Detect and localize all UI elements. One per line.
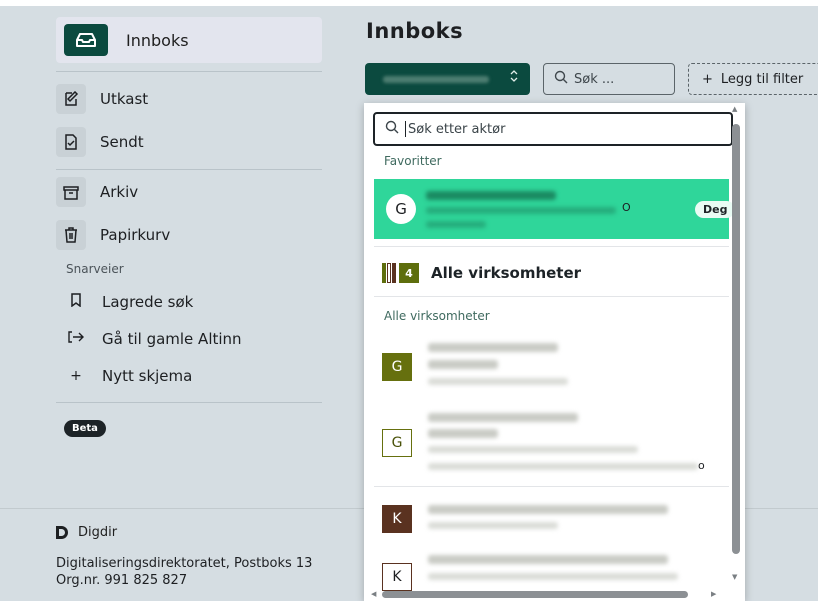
footer-brand: Digdir [78, 525, 118, 540]
chevron-updown-icon [510, 70, 518, 85]
saved-searches-link[interactable]: Lagrede søk [66, 293, 193, 311]
redacted-details [426, 207, 616, 214]
avatar: G [382, 353, 412, 381]
sidebar-item-sendt[interactable]: Sendt [56, 127, 144, 157]
bookmark-icon [66, 293, 86, 311]
redacted-details [428, 522, 558, 529]
sent-icon [56, 127, 86, 157]
page-bottom-strip [0, 601, 818, 607]
redacted-name [428, 555, 668, 564]
businesses-heading: Alle virksomheter [384, 309, 490, 323]
digdir-logo: Digdir [56, 525, 117, 540]
avatar: K [382, 505, 412, 533]
actor-select-button[interactable] [365, 63, 530, 95]
scroll-left-arrow-icon[interactable]: ◀ [371, 590, 376, 598]
beta-badge: Beta [64, 420, 106, 437]
digdir-logo-icon [56, 526, 68, 539]
redacted-name [428, 360, 498, 369]
stacked-avatars-icon: 4 [382, 263, 419, 283]
page-title: Innboks [366, 19, 464, 43]
sidebar-item-utkast[interactable]: Utkast [56, 84, 148, 114]
avatar: G [382, 429, 412, 457]
redacted-name [428, 505, 668, 514]
sidebar-item-label: Utkast [100, 90, 149, 108]
scroll-right-arrow-icon[interactable]: ▶ [711, 590, 716, 598]
plus-icon: + [702, 71, 713, 87]
sidebar-item-label: Sendt [100, 133, 144, 151]
search-button[interactable]: Søk ... [543, 63, 675, 95]
redacted-details [428, 446, 638, 453]
avatar: K [382, 563, 412, 591]
actor-search-placeholder: Søk etter aktør [408, 121, 506, 137]
sidebar-item-arkiv[interactable]: Arkiv [56, 177, 138, 207]
row-suffix: o [698, 459, 705, 472]
favorite-actor-row[interactable]: G O Deg [374, 179, 736, 239]
you-badge: Deg [695, 201, 736, 218]
row-suffix: O [622, 201, 631, 214]
redacted-details [428, 463, 698, 470]
all-businesses-label: Alle virksomheter [431, 264, 582, 282]
sidebar-item-label: Papirkurv [100, 226, 171, 244]
app-window: Innboks Utkast Sendt Arkiv Papirkurv Sna… [0, 6, 818, 601]
dropdown-divider [374, 246, 729, 247]
text-cursor [405, 121, 406, 137]
add-filter-button[interactable]: + Legg til filter [688, 63, 818, 95]
plus-icon: + [70, 368, 82, 384]
avatar: G [386, 194, 416, 224]
dropdown-divider [374, 486, 729, 487]
archive-icon [56, 177, 86, 207]
scroll-down-arrow-icon[interactable]: ▼ [732, 573, 737, 581]
all-businesses-option[interactable]: 4 Alle virksomheter [382, 263, 581, 283]
business-count: 4 [399, 263, 419, 283]
sidebar-item-papirkurv[interactable]: Papirkurv [56, 220, 170, 250]
actor-name-redacted [383, 76, 489, 83]
shortcut-label: Lagrede søk [102, 293, 194, 311]
sidebar-divider [56, 169, 322, 170]
horizontal-scroll-thumb[interactable] [382, 591, 688, 598]
shortcut-label: Nytt skjema [102, 367, 193, 385]
vertical-scroll-thumb[interactable] [732, 124, 740, 554]
shortcuts-heading: Snarveier [66, 262, 124, 276]
scroll-up-arrow-icon[interactable]: ▲ [732, 105, 737, 113]
actor-dropdown: Søk etter aktør Favoritter G O Deg 4 All… [364, 103, 745, 601]
redacted-details [428, 573, 678, 580]
inbox-icon [64, 24, 108, 56]
redacted-name [428, 343, 558, 352]
footer-address: Digitaliseringsdirektoratet, Postboks 13 [56, 556, 313, 571]
search-button-label: Søk ... [574, 71, 615, 87]
redacted-name [426, 191, 556, 200]
footer-orgnr: Org.nr. 991 825 827 [56, 573, 188, 588]
search-icon [554, 70, 568, 88]
new-form-link[interactable]: + Nytt skjema [66, 367, 192, 385]
redacted-name [428, 413, 578, 422]
old-altinn-link[interactable]: Gå til gamle Altinn [66, 330, 242, 348]
sidebar-item-label: Arkiv [100, 183, 139, 201]
redacted-name [428, 429, 498, 438]
sidebar-item-label: Innboks [126, 31, 189, 50]
redacted-details [426, 221, 486, 228]
search-icon [385, 120, 399, 138]
actor-search-input[interactable]: Søk etter aktør [373, 112, 733, 146]
sidebar-item-innboks[interactable]: Innboks [56, 17, 322, 63]
trash-icon [56, 220, 86, 250]
add-filter-label: Legg til filter [720, 71, 804, 87]
shortcut-label: Gå til gamle Altinn [102, 330, 242, 348]
favorites-heading: Favoritter [384, 154, 442, 168]
sidebar-divider [56, 402, 322, 403]
sidebar-divider [56, 71, 322, 72]
dropdown-divider [374, 296, 729, 297]
edit-icon [56, 84, 86, 114]
redacted-details [428, 378, 568, 385]
exit-icon [66, 331, 86, 347]
